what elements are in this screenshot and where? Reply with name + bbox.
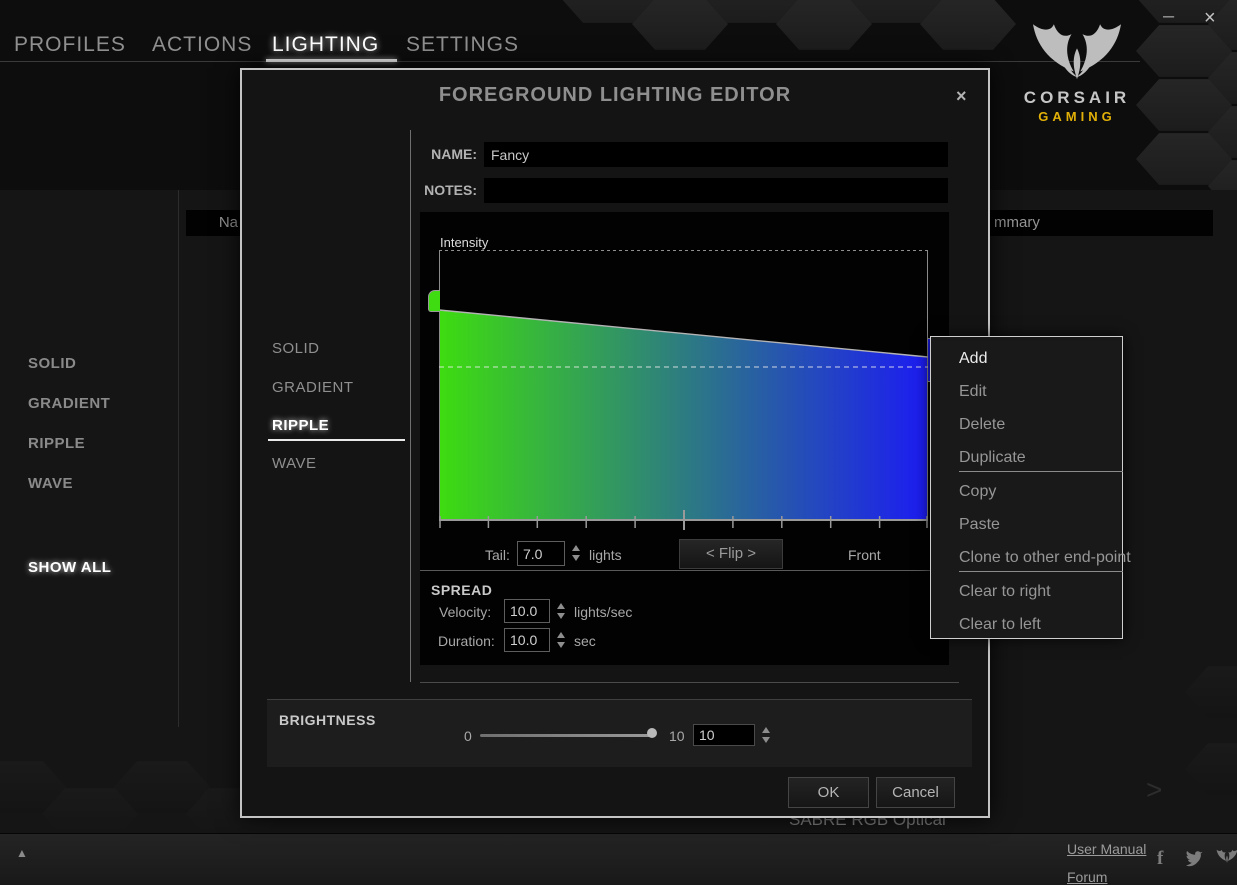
velocity-input[interactable]: [504, 599, 550, 623]
next-page-chevron-icon[interactable]: >: [1146, 774, 1162, 806]
collapse-footer-icon[interactable]: ▲: [16, 846, 28, 860]
context-menu: Add Edit Delete Duplicate Copy Paste Clo…: [930, 336, 1123, 639]
corsair-wings-icon: [1022, 22, 1132, 88]
column-header-name: Na: [186, 210, 240, 236]
notes-label: NOTES:: [417, 182, 477, 198]
menu-item-clone-to-other-end-point: Clone to other end-point: [959, 549, 1131, 567]
menu-item-duplicate: Duplicate: [959, 449, 1026, 467]
menu-item-delete: Delete: [959, 416, 1005, 434]
velocity-stepper[interactable]: [557, 603, 565, 619]
sidebar-item-ripple[interactable]: RIPPLE: [28, 435, 85, 452]
panel-bottom-separator: [420, 682, 959, 683]
brightness-stepper[interactable]: [762, 727, 770, 743]
close-button[interactable]: ×: [1204, 8, 1216, 28]
dialog-close-icon[interactable]: ×: [956, 86, 967, 107]
editor-tab-solid[interactable]: SOLID: [272, 340, 320, 357]
active-editor-tab-indicator: [268, 439, 405, 441]
sidebar-divider: [178, 190, 179, 727]
velocity-unit-label: lights/sec: [574, 604, 632, 620]
brightness-title: BRIGHTNESS: [279, 712, 376, 728]
menu-separator: [959, 471, 1123, 472]
intensity-plot[interactable]: [439, 250, 928, 532]
ok-button[interactable]: OK: [788, 777, 869, 808]
user-manual-link[interactable]: User Manual: [1067, 841, 1146, 857]
twitter-icon[interactable]: [1184, 851, 1204, 872]
sidebar-item-gradient[interactable]: GRADIENT: [28, 395, 110, 412]
intensity-label: Intensity: [440, 235, 488, 250]
tail-stepper[interactable]: [572, 545, 580, 561]
nav-divider: [0, 61, 1140, 62]
cancel-button[interactable]: Cancel: [876, 777, 955, 808]
menu-item-add[interactable]: Add: [959, 350, 987, 368]
menu-item-edit: Edit: [959, 383, 987, 401]
menu-item-clear-to-left: Clear to left: [959, 616, 1041, 634]
menu-item-copy: Copy: [959, 483, 996, 501]
app-window: PROFILES ACTIONS LIGHTING SETTINGS – × C…: [0, 0, 1237, 885]
dialog-title: FOREGROUND LIGHTING EDITOR: [242, 84, 988, 107]
forum-link[interactable]: Forum: [1067, 869, 1107, 885]
duration-input[interactable]: [504, 628, 550, 652]
editor-tab-gradient[interactable]: GRADIENT: [272, 379, 354, 396]
tail-input[interactable]: [517, 541, 565, 566]
sidebar-item-show-all[interactable]: SHOW ALL: [28, 559, 111, 576]
foreground-lighting-editor-dialog: FOREGROUND LIGHTING EDITOR × NAME: NOTES…: [240, 68, 990, 818]
tail-unit-label: lights: [589, 547, 622, 563]
menu-item-paste: Paste: [959, 516, 1000, 534]
menu-item-clear-to-right: Clear to right: [959, 583, 1051, 601]
flip-button[interactable]: < Flip >: [679, 539, 783, 569]
brand-name: CORSAIR: [1012, 88, 1142, 108]
duration-label: Duration:: [438, 633, 495, 649]
name-label: NAME:: [417, 146, 477, 162]
front-label: Front: [848, 547, 881, 563]
brightness-max-label: 10: [669, 728, 685, 744]
brightness-input[interactable]: [693, 724, 755, 746]
brightness-min-label: 0: [464, 728, 472, 744]
duration-unit-label: sec: [574, 633, 596, 649]
velocity-label: Velocity:: [439, 604, 491, 620]
footer-bar: ▲ User Manual Forum f: [0, 833, 1237, 885]
tab-profiles[interactable]: PROFILES: [14, 33, 126, 57]
tab-lighting[interactable]: LIGHTING: [272, 33, 379, 57]
editor-separator: [420, 570, 949, 571]
corsair-logo: CORSAIR GAMING: [1012, 22, 1142, 124]
tail-label: Tail:: [485, 547, 510, 563]
dialog-divider: [410, 130, 411, 682]
tab-actions[interactable]: ACTIONS: [152, 33, 252, 57]
editor-tab-wave[interactable]: WAVE: [272, 455, 317, 472]
tab-settings[interactable]: SETTINGS: [406, 33, 519, 57]
brightness-slider-handle[interactable]: [647, 728, 657, 738]
menu-separator: [959, 571, 1123, 572]
brightness-slider-track[interactable]: [480, 734, 655, 737]
sidebar-item-solid[interactable]: SOLID: [28, 355, 76, 372]
column-header-summary: mmary: [990, 210, 1213, 236]
duration-stepper[interactable]: [557, 632, 565, 648]
intensity-gradient-area[interactable]: [439, 310, 928, 520]
minimize-button[interactable]: –: [1163, 6, 1174, 26]
sidebar-item-wave[interactable]: WAVE: [28, 475, 73, 492]
brand-tagline: GAMING: [1012, 109, 1142, 124]
gradient-start-handle[interactable]: [428, 290, 440, 312]
facebook-icon[interactable]: f: [1157, 848, 1163, 870]
brightness-panel: BRIGHTNESS 0 10: [267, 699, 972, 767]
spread-title: SPREAD: [431, 582, 492, 598]
notes-input[interactable]: [484, 178, 948, 203]
name-input[interactable]: [484, 142, 948, 167]
corsair-social-icon[interactable]: [1214, 849, 1237, 870]
editor-tab-ripple[interactable]: RIPPLE: [272, 417, 329, 434]
active-tab-indicator: [266, 59, 397, 62]
